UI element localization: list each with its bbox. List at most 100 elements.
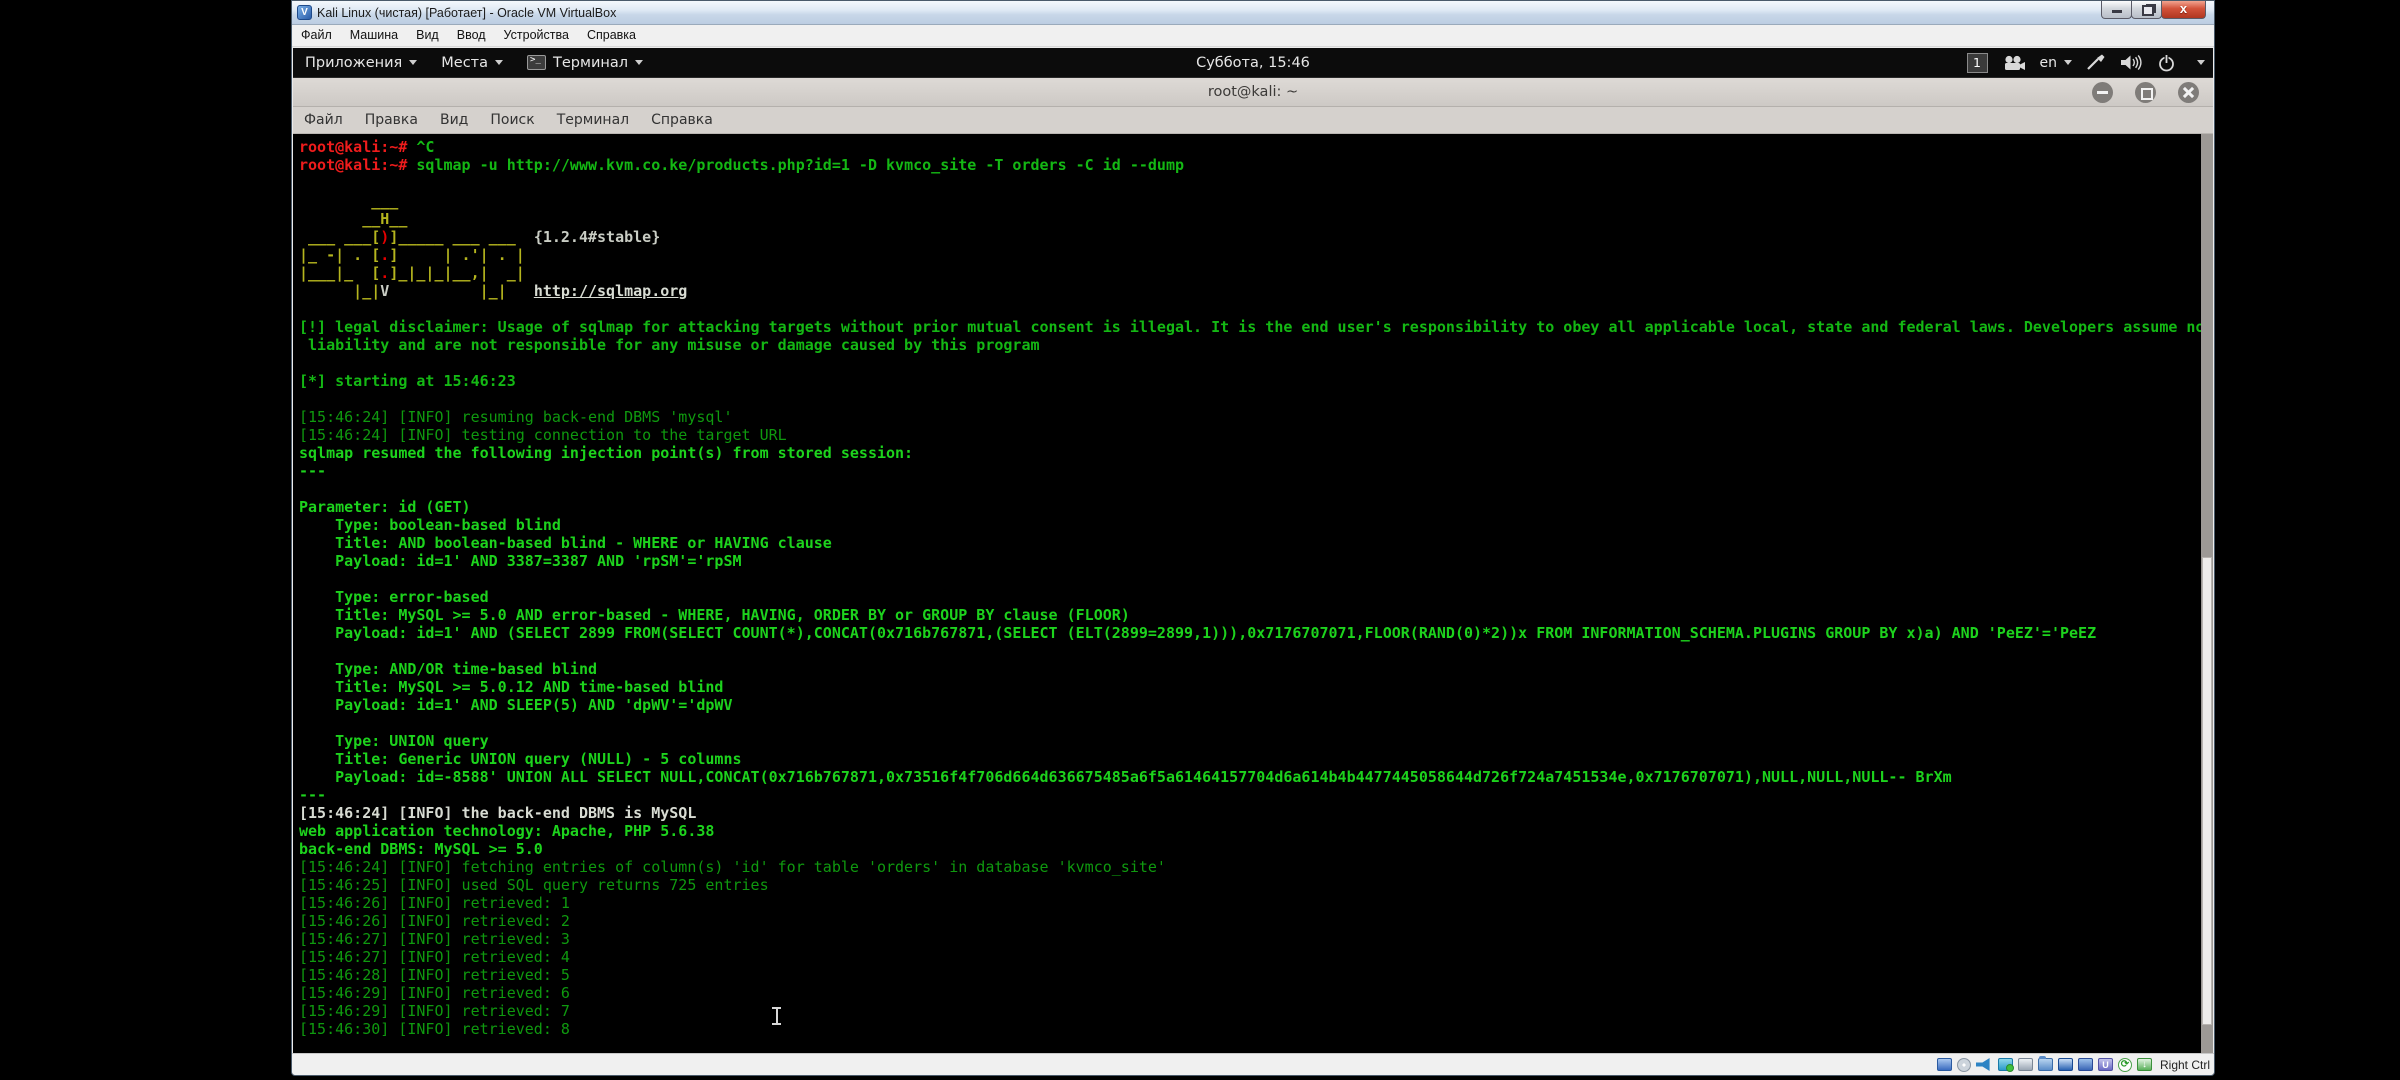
vbox-window-title: Kali Linux (чистая) [Работает] - Oracle … [317, 6, 616, 20]
keyboard-layout-label: en [2040, 55, 2058, 71]
processor-icon[interactable]: ⟳ [2118, 1058, 2132, 1072]
terminal-close-button[interactable] [2178, 82, 2199, 103]
terminal-maximize-button[interactable] [2135, 82, 2156, 103]
terminal-line: [15:46:27] [INFO] retrieved: 3 [299, 930, 2199, 948]
vbox-menu-machine[interactable]: Машина [341, 25, 407, 46]
vbox-menu-file[interactable]: Файл [292, 25, 341, 46]
audio-icon[interactable] [1976, 1058, 1993, 1071]
terminal-line: [*] starting at 15:46:23 [299, 372, 2199, 390]
terminal-line: |_|V |_| http://sqlmap.org [299, 282, 2199, 300]
hard-disk-icon[interactable] [1937, 1058, 1952, 1071]
terminal-menu-terminal[interactable]: Терминал [546, 112, 640, 128]
restore-button[interactable] [2131, 1, 2162, 19]
vbox-menu-view[interactable]: Вид [407, 25, 448, 46]
terminal-menu-edit[interactable]: Правка [354, 112, 429, 128]
chevron-down-icon [2064, 60, 2072, 65]
terminal-app-label: Терминал [553, 55, 628, 71]
host-key-label: Right Ctrl [2160, 1058, 2210, 1072]
terminal-line: Payload: id=1' AND (SELECT 2899 FROM(SEL… [299, 624, 2199, 642]
terminal-line: sqlmap resumed the following injection p… [299, 444, 2199, 462]
terminal-line: Title: MySQL >= 5.0 AND error-based - WH… [299, 606, 2199, 624]
terminal-line: Parameter: id (GET) [299, 498, 2199, 516]
terminal-line: [!] legal disclaimer: Usage of sqlmap fo… [299, 318, 2199, 336]
places-menu[interactable]: Места [429, 48, 515, 77]
pen-tool-icon[interactable] [2086, 54, 2106, 71]
applications-menu[interactable]: Приложения [293, 48, 429, 77]
terminal-line: [15:46:29] [INFO] retrieved: 7 [299, 1002, 2199, 1020]
terminal-titlebar[interactable]: root@kali: ~ [293, 78, 2213, 107]
terminal-line: [15:46:28] [INFO] retrieved: 5 [299, 966, 2199, 984]
mouse-integration-icon[interactable]: ↓ [2137, 1058, 2152, 1071]
terminal-line: Title: MySQL >= 5.0.12 AND time-based bl… [299, 678, 2199, 696]
applications-label: Приложения [305, 55, 402, 71]
workspace-indicator[interactable]: 1 [1967, 53, 1988, 73]
terminal-line: back-end DBMS: MySQL >= 5.0 [299, 840, 2199, 858]
terminal-scrollbar[interactable] [2201, 134, 2213, 1053]
chevron-down-icon [409, 60, 417, 65]
screen-recorder-icon[interactable] [2002, 55, 2026, 71]
terminal-line [299, 390, 2199, 408]
terminal-line: |___|_ [.]_|_|_|__,| _| [299, 264, 2199, 282]
terminal-line: Payload: id=1' AND 3387=3387 AND 'rpSM'=… [299, 552, 2199, 570]
terminal-line: ___ [299, 192, 2199, 210]
vbox-menu-help[interactable]: Справка [578, 25, 645, 46]
terminal-line: ___ ___[)]_____ ___ ___ {1.2.4#stable} [299, 228, 2199, 246]
terminal-body[interactable]: root@kali:~# ^Croot@kali:~# sqlmap -u ht… [293, 134, 2213, 1053]
vbox-titlebar[interactable]: V Kali Linux (чистая) [Работает] - Oracl… [292, 1, 2214, 25]
vbox-menu-devices[interactable]: Устройства [495, 25, 578, 46]
terminal-line: [15:46:24] [INFO] fetching entries of co… [299, 858, 2199, 876]
terminal-line: [15:46:24] [INFO] resuming back-end DBMS… [299, 408, 2199, 426]
terminal-line [299, 714, 2199, 732]
terminal-line: [15:46:24] [INFO] testing connection to … [299, 426, 2199, 444]
vbox-menu-input[interactable]: Ввод [448, 25, 495, 46]
terminal-menu-help[interactable]: Справка [640, 112, 724, 128]
virtualbox-features-icon[interactable]: U [2098, 1058, 2113, 1071]
chevron-down-icon [495, 60, 503, 65]
vm-screen: Приложения Места Терминал Суббота, 15:46… [293, 48, 2213, 1053]
terminal-line: [15:46:27] [INFO] retrieved: 4 [299, 948, 2199, 966]
terminal-line: Type: boolean-based blind [299, 516, 2199, 534]
terminal-title: root@kali: ~ [293, 78, 2213, 106]
power-icon[interactable] [2157, 54, 2176, 72]
terminal-line: web application technology: Apache, PHP … [299, 822, 2199, 840]
network-icon[interactable] [1998, 1058, 2013, 1071]
terminal-line [299, 480, 2199, 498]
volume-icon[interactable] [2120, 54, 2143, 71]
terminal-line: |_ -| . [.] | .'| . | [299, 246, 2199, 264]
terminal-menu-view[interactable]: Вид [429, 112, 479, 128]
minimize-button[interactable] [2101, 1, 2132, 19]
terminal-minimize-button[interactable] [2092, 82, 2113, 103]
vbox-window-controls [2102, 1, 2206, 19]
terminal-menu-search[interactable]: Поиск [479, 112, 545, 128]
chevron-down-icon [635, 60, 643, 65]
scrollbar-thumb[interactable] [2202, 557, 2212, 1026]
terminal-line: --- [299, 786, 2199, 804]
chevron-down-icon[interactable] [2197, 60, 2205, 65]
virtualbox-app-icon: V [297, 5, 312, 20]
close-button[interactable] [2161, 1, 2206, 19]
terminal-line [299, 642, 2199, 660]
vbox-statusbar: U ⟳ ↓ Right Ctrl [292, 1053, 2214, 1075]
terminal-line [299, 354, 2199, 372]
terminal-window-controls [2092, 82, 2199, 103]
shared-folders-icon[interactable] [2038, 1058, 2053, 1071]
keyboard-layout-switcher[interactable]: en [2040, 55, 2073, 71]
vbox-menubar: Файл Машина Вид Ввод Устройства Справка [292, 25, 2214, 47]
terminal-line: [15:46:26] [INFO] retrieved: 2 [299, 912, 2199, 930]
terminal-line [299, 570, 2199, 588]
panel-clock[interactable]: Суббота, 15:46 [1196, 48, 1310, 77]
terminal-menu-file[interactable]: Файл [293, 112, 354, 128]
usb-icon[interactable] [2018, 1058, 2033, 1071]
terminal-menubar: Файл Правка Вид Поиск Терминал Справка [293, 107, 2213, 134]
terminal-line: Type: AND/OR time-based blind [299, 660, 2199, 678]
terminal-line: Title: Generic UNION query (NULL) - 5 co… [299, 750, 2199, 768]
places-label: Места [441, 55, 488, 71]
display-icon[interactable] [2058, 1058, 2073, 1071]
video-capture-icon[interactable] [2078, 1058, 2093, 1071]
virtualbox-window: V Kali Linux (чистая) [Работает] - Oracl… [291, 0, 2215, 1076]
terminal-line: Type: UNION query [299, 732, 2199, 750]
terminal-app-menu[interactable]: Терминал [515, 48, 655, 77]
optical-disc-icon[interactable] [1957, 1058, 1971, 1072]
kali-top-panel: Приложения Места Терминал Суббота, 15:46… [293, 48, 2213, 78]
terminal-line: Title: AND boolean-based blind - WHERE o… [299, 534, 2199, 552]
